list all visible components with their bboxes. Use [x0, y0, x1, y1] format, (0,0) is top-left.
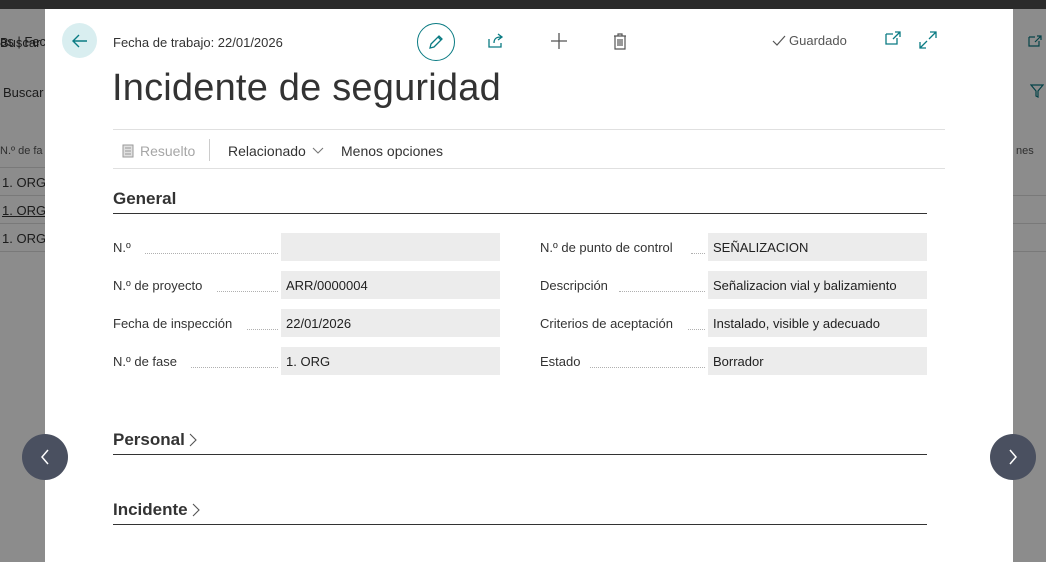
field-inspection-date[interactable]: 22/01/2026	[281, 309, 500, 337]
open-new-window-button[interactable]	[885, 31, 901, 50]
field-label-status: Estado	[540, 354, 581, 369]
resolved-action[interactable]: Resuelto	[122, 143, 195, 159]
share-icon	[488, 33, 504, 48]
field-label-acceptance-criteria: Criterios de aceptación	[540, 316, 673, 331]
field-label-phase-no: N.º de fase	[113, 354, 178, 369]
top-strip	[0, 0, 1046, 9]
next-record-button[interactable]	[990, 434, 1036, 480]
chevron-right-icon	[189, 433, 197, 447]
expand-icon	[919, 31, 937, 49]
share-button[interactable]	[478, 23, 514, 59]
field-label-inspection-date: Fecha de inspección	[113, 316, 233, 331]
field-project-no[interactable]: ARR/0000004	[281, 271, 500, 299]
delete-button[interactable]	[602, 23, 638, 59]
fewer-options-button[interactable]: Menos opciones	[341, 143, 443, 159]
section-incident-rule	[113, 524, 927, 525]
action-bar: Resuelto Relacionado Menos opciones	[113, 129, 945, 169]
action-separator	[209, 139, 210, 161]
chevron-down-icon	[312, 147, 324, 154]
field-label-no: N.º	[113, 240, 131, 255]
delete-icon	[614, 33, 626, 50]
field-checkpoint-no[interactable]: SEÑALIZACION	[708, 233, 927, 261]
saved-status-label: Guardado	[789, 33, 847, 48]
card-page-dialog: Fecha de trabajo: 22/01/2026 Guardado In…	[45, 9, 1013, 562]
add-icon	[551, 33, 567, 49]
chevron-right-icon	[192, 503, 200, 517]
expand-button[interactable]	[919, 31, 937, 54]
field-phase-no[interactable]: 1. ORG	[281, 347, 500, 375]
saved-status: Guardado	[772, 33, 847, 48]
document-icon	[122, 144, 134, 158]
back-button[interactable]	[62, 23, 97, 58]
field-label-project-no: N.º de proyecto	[113, 278, 203, 293]
chevron-right-icon	[1009, 449, 1017, 465]
add-button[interactable]	[541, 23, 577, 59]
check-icon	[772, 35, 786, 46]
page-title: Incidente de seguridad	[112, 67, 501, 109]
chevron-left-icon	[41, 449, 49, 465]
field-label-checkpoint-no: N.º de punto de control	[540, 240, 673, 255]
edit-pencil-icon	[429, 35, 443, 49]
section-incident-title: Incidente	[113, 500, 188, 519]
field-status[interactable]: Borrador	[708, 347, 927, 375]
work-date[interactable]: Fecha de trabajo: 22/01/2026	[113, 35, 283, 50]
fewer-options-label: Menos opciones	[341, 143, 443, 159]
section-general-header[interactable]: General	[113, 189, 176, 209]
field-label-description: Descripción	[540, 278, 608, 293]
section-personal-title: Personal	[113, 430, 185, 449]
previous-record-button[interactable]	[22, 434, 68, 480]
section-incident-header[interactable]: Incidente	[113, 500, 200, 520]
open-new-window-icon	[885, 31, 901, 45]
field-description[interactable]: Señalizacion vial y balizamiento	[708, 271, 927, 299]
field-acceptance-criteria[interactable]: Instalado, visible y adecuado	[708, 309, 927, 337]
section-personal-header[interactable]: Personal	[113, 430, 197, 450]
section-personal-rule	[113, 454, 927, 455]
resolved-action-label: Resuelto	[140, 143, 196, 159]
field-no[interactable]	[281, 233, 500, 261]
related-menu-label: Relacionado	[228, 143, 306, 159]
section-general-title: General	[113, 189, 177, 208]
section-general-rule	[113, 213, 927, 214]
related-menu[interactable]: Relacionado	[228, 143, 324, 159]
edit-button[interactable]	[417, 23, 455, 61]
back-arrow-icon	[71, 34, 87, 47]
